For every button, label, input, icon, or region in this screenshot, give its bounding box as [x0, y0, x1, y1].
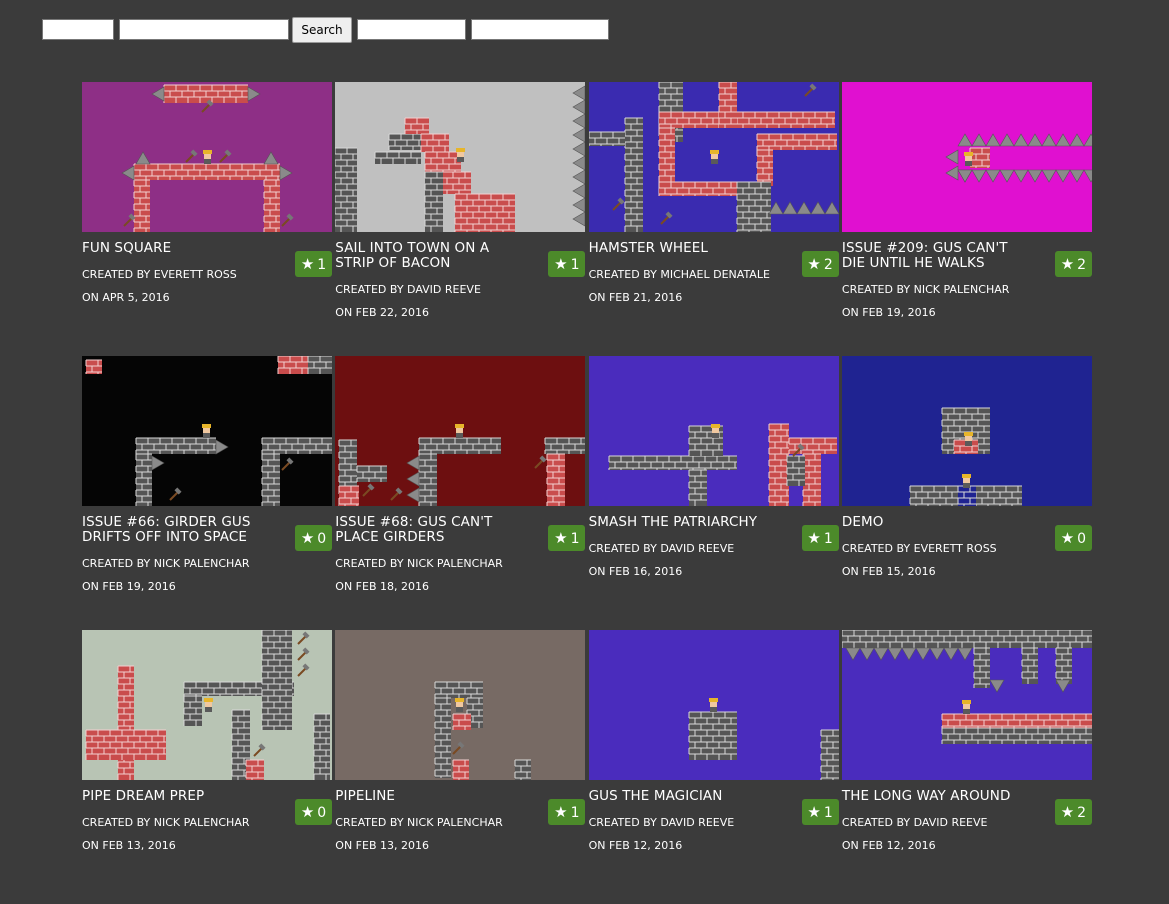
star-count: 1: [823, 531, 833, 547]
star-count: 1: [570, 257, 580, 273]
level-creator: CREATED BY MICHAEL DENATALE: [588, 268, 770, 281]
level-title[interactable]: SMASH THE PATRIARCHY: [589, 515, 781, 530]
level-creator: CREATED BY NICK PALENCHAR: [841, 283, 1010, 296]
star-icon: ★: [807, 803, 821, 821]
level-creator: CREATED BY NICK PALENCHAR: [335, 557, 503, 570]
star-icon: ★: [300, 529, 315, 547]
level-creator: CREATED BY NICK PALENCHAR: [82, 816, 250, 829]
level-creator: CREATED BY NICK PALENCHAR: [82, 557, 250, 570]
filter-field-2[interactable]: [357, 19, 466, 40]
level-date: ON FEB 12, 2016: [588, 839, 683, 852]
star-count: 2: [823, 257, 833, 273]
level-title[interactable]: ISSUE #68: GUS CAN'T PLACE GIRDERS: [335, 515, 527, 545]
level-thumbnail[interactable]: [588, 356, 839, 506]
star-badge[interactable]: ★ 0: [295, 525, 332, 551]
star-count: 1: [823, 805, 833, 821]
level-card[interactable]: SAIL INTO TOWN ON A STRIP OF BACON CREAT…: [335, 82, 586, 356]
star-icon: ★: [300, 803, 315, 821]
star-badge[interactable]: ★ 0: [295, 799, 332, 825]
star-icon: ★: [807, 255, 821, 273]
star-badge[interactable]: ★ 1: [801, 799, 839, 825]
level-title[interactable]: HAMSTER WHEEL: [589, 241, 781, 256]
level-creator: CREATED BY DAVID REEVE: [335, 283, 481, 296]
level-date: ON FEB 18, 2016: [335, 580, 429, 593]
level-thumbnail[interactable]: [335, 82, 586, 232]
level-card[interactable]: FUN SQUARE CREATED BY EVERETT ROSS ON AP…: [82, 82, 332, 356]
level-title[interactable]: ISSUE #66: GIRDER GUS DRIFTS OFF INTO SP…: [82, 515, 274, 545]
level-thumbnail[interactable]: [841, 82, 1092, 232]
level-date: ON FEB 21, 2016: [588, 291, 683, 304]
star-badge[interactable]: ★ 0: [1054, 525, 1092, 551]
star-badge[interactable]: ★ 1: [295, 251, 332, 277]
level-title[interactable]: ISSUE #209: GUS CAN'T DIE UNTIL HE WALKS: [842, 241, 1034, 271]
star-count: 0: [1077, 531, 1087, 547]
level-creator: CREATED BY EVERETT ROSS: [841, 542, 997, 555]
star-count: 0: [317, 805, 327, 821]
level-date: ON FEB 12, 2016: [841, 839, 936, 852]
star-count: 1: [570, 805, 580, 821]
star-count: 2: [1077, 257, 1087, 273]
star-icon: ★: [554, 529, 568, 547]
search-button[interactable]: Search: [292, 17, 352, 43]
level-title[interactable]: PIPE DREAM PREP: [82, 789, 274, 804]
level-thumbnail[interactable]: [841, 356, 1092, 506]
level-title[interactable]: THE LONG WAY AROUND: [842, 789, 1034, 804]
level-date: ON APR 5, 2016: [82, 291, 170, 304]
filter-field-1[interactable]: [42, 19, 114, 40]
level-thumbnail[interactable]: [82, 82, 332, 232]
level-title[interactable]: PIPELINE: [335, 789, 527, 804]
star-badge[interactable]: ★ 2: [1054, 251, 1092, 277]
level-date: ON FEB 13, 2016: [335, 839, 429, 852]
star-icon: ★: [807, 529, 821, 547]
level-card[interactable]: HAMSTER WHEEL CREATED BY MICHAEL DENATAL…: [588, 82, 839, 356]
level-date: ON FEB 15, 2016: [841, 565, 936, 578]
search-input[interactable]: [119, 19, 289, 40]
level-creator: CREATED BY EVERETT ROSS: [82, 268, 237, 281]
level-date: ON FEB 22, 2016: [335, 306, 429, 319]
star-icon: ★: [554, 255, 568, 273]
level-thumbnail[interactable]: [588, 630, 839, 780]
level-creator: CREATED BY DAVID REEVE: [588, 542, 735, 555]
level-title[interactable]: FUN SQUARE: [82, 241, 274, 256]
level-card[interactable]: ISSUE #66: GIRDER GUS DRIFTS OFF INTO SP…: [82, 356, 332, 630]
filter-field-3[interactable]: [471, 19, 609, 40]
star-badge[interactable]: ★ 1: [548, 799, 586, 825]
level-thumbnail[interactable]: [82, 630, 332, 780]
level-title[interactable]: SAIL INTO TOWN ON A STRIP OF BACON: [335, 241, 527, 271]
level-date: ON FEB 13, 2016: [82, 839, 176, 852]
level-date: ON FEB 16, 2016: [588, 565, 683, 578]
star-icon: ★: [1060, 803, 1075, 821]
star-icon: ★: [1060, 529, 1075, 547]
level-creator: CREATED BY NICK PALENCHAR: [335, 816, 503, 829]
level-date: ON FEB 19, 2016: [841, 306, 936, 319]
level-date: ON FEB 19, 2016: [82, 580, 176, 593]
star-badge[interactable]: ★ 1: [548, 525, 586, 551]
level-thumbnail[interactable]: [335, 356, 586, 506]
star-count: 1: [317, 257, 327, 273]
level-thumbnail[interactable]: [82, 356, 332, 506]
star-badge[interactable]: ★ 1: [548, 251, 586, 277]
level-creator: CREATED BY DAVID REEVE: [588, 816, 735, 829]
level-card[interactable]: SMASH THE PATRIARCHY CREATED BY DAVID RE…: [588, 356, 839, 630]
level-thumbnail[interactable]: [841, 630, 1092, 780]
level-card[interactable]: DEMO CREATED BY EVERETT ROSS ON FEB 15, …: [841, 356, 1092, 630]
star-icon: ★: [1060, 255, 1075, 273]
level-title[interactable]: DEMO: [842, 515, 1034, 530]
star-count: 2: [1077, 805, 1087, 821]
star-badge[interactable]: ★ 2: [1054, 799, 1092, 825]
level-card[interactable]: ISSUE #209: GUS CAN'T DIE UNTIL HE WALKS…: [841, 82, 1092, 356]
level-thumbnail[interactable]: [335, 630, 586, 780]
level-card[interactable]: ISSUE #68: GUS CAN'T PLACE GIRDERS CREAT…: [335, 356, 586, 630]
star-badge[interactable]: ★ 2: [801, 251, 839, 277]
star-icon: ★: [300, 255, 315, 273]
level-grid: FUN SQUARE CREATED BY EVERETT ROSS ON AP…: [82, 82, 1092, 904]
star-count: 1: [570, 531, 580, 547]
level-creator: CREATED BY DAVID REEVE: [841, 816, 988, 829]
star-icon: ★: [554, 803, 568, 821]
level-title[interactable]: GUS THE MAGICIAN: [589, 789, 781, 804]
level-thumbnail[interactable]: [588, 82, 839, 232]
star-badge[interactable]: ★ 1: [801, 525, 839, 551]
star-count: 0: [317, 531, 327, 547]
